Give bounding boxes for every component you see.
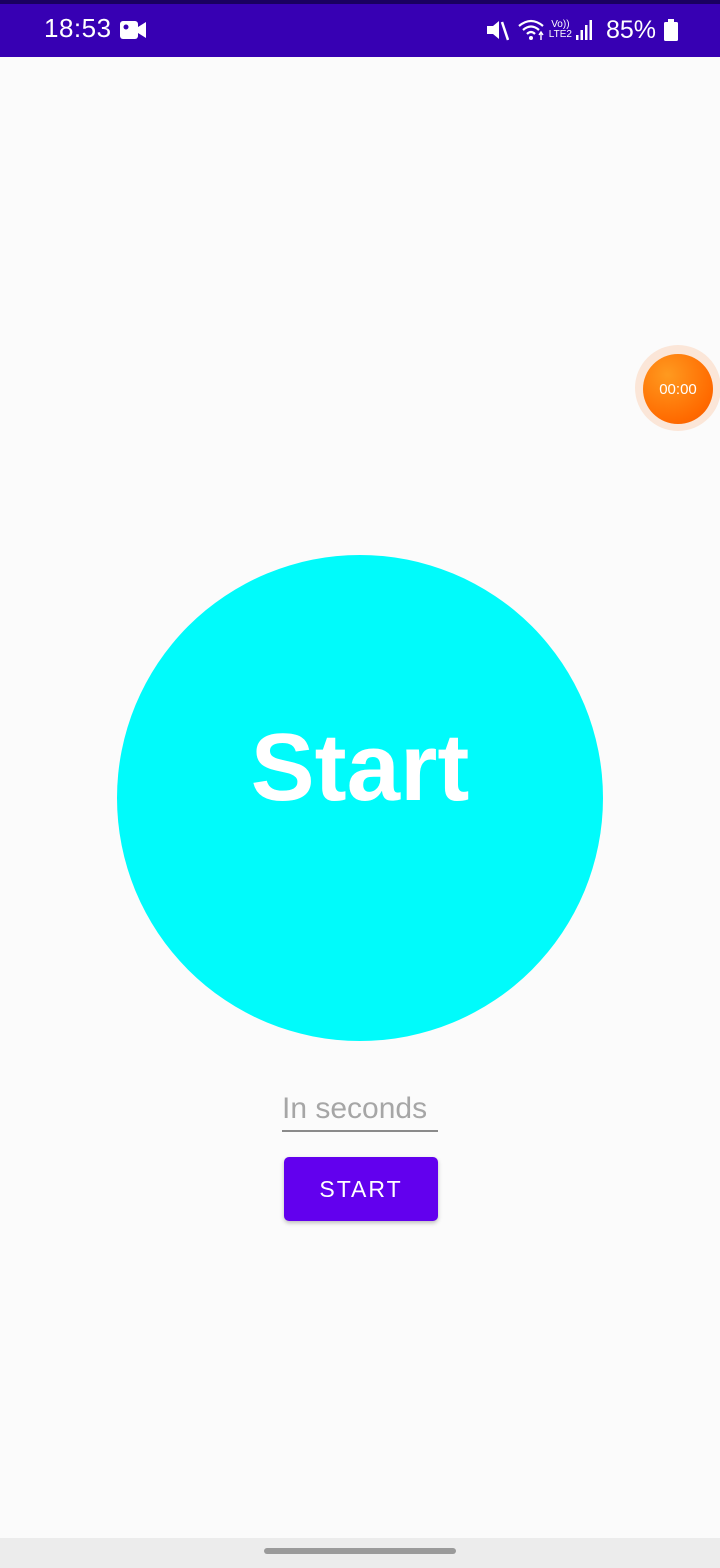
signal-icon	[575, 19, 592, 41]
battery-icon	[664, 19, 678, 41]
battery-percentage: 85%	[605, 15, 656, 44]
video-camera-icon	[120, 20, 146, 40]
volte-indicator: Vo)) LTE2	[549, 20, 572, 40]
circle-label: Start	[250, 714, 470, 821]
seconds-input[interactable]	[282, 1088, 438, 1132]
floating-timer-text: 00:00	[659, 380, 697, 398]
screen: 18:53 Vo)) LTE2 85% 00:00 Start In secon…	[0, 0, 720, 1568]
mute-icon	[485, 18, 509, 42]
volte-line-2: LTE2	[548, 29, 572, 40]
status-bar: 18:53 Vo)) LTE2 85%	[0, 0, 720, 57]
home-gesture-handle[interactable]	[264, 1548, 456, 1554]
start-circle[interactable]: Start	[117, 555, 603, 1041]
start-button[interactable]: START	[284, 1157, 438, 1221]
floating-timer-bubble[interactable]: 00:00	[643, 354, 713, 424]
status-time: 18:53	[44, 13, 112, 43]
wifi-icon	[517, 18, 545, 42]
status-icons: Vo)) LTE2 85%	[485, 13, 678, 47]
